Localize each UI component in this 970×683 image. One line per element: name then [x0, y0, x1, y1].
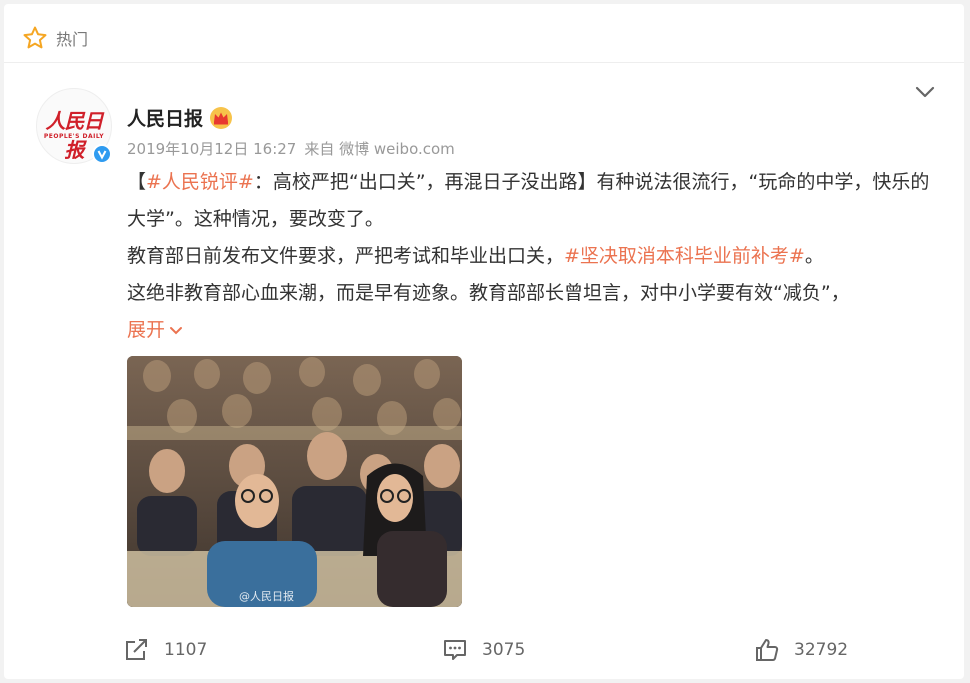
verified-badge-icon: [92, 144, 112, 164]
topic-tag-link[interactable]: #坚决取消本科毕业前补考#: [564, 245, 805, 267]
comment-icon: [444, 640, 466, 660]
like-count: 32792: [794, 640, 849, 660]
author-row: 人民日报: [127, 104, 233, 131]
topic-tag-link[interactable]: #人民锐评#: [146, 171, 254, 193]
post-paragraph-1: 【#人民锐评#：高校严把“出口关”，再混日子没出路】有种说法很流行，“玩命的中学…: [127, 171, 930, 230]
like-button[interactable]: 32792: [754, 632, 848, 668]
students-photo: [127, 356, 462, 607]
thumbs-up-icon: [756, 639, 779, 661]
star-icon: [23, 26, 47, 49]
repost-count: 1107: [164, 640, 208, 660]
hot-label: 热门: [56, 30, 89, 49]
author-name[interactable]: 人民日报: [127, 104, 203, 131]
post-source: 来自 微博 weibo.com: [304, 140, 455, 158]
post-text: 【#人民锐评#：高校严把“出口关”，再混日子没出路】有种说法很流行，“玩命的中学…: [127, 164, 937, 349]
header-divider: [4, 62, 964, 63]
expand-label: 展开: [127, 319, 166, 341]
repost-button[interactable]: 1107: [124, 632, 207, 668]
image-watermark: @人民日报: [239, 590, 294, 603]
post-timestamp[interactable]: 2019年10月12日 16:27: [127, 140, 296, 158]
weibo-card: 热门 人民日报 PEOPLE'S DAILY 人民日报 2019年10月12日 …: [4, 4, 964, 679]
chevron-down-icon[interactable]: [914, 84, 936, 100]
share-icon: [126, 639, 147, 660]
post-paragraph-2: 教育部日前发布文件要求，严把考试和毕业出口关，#坚决取消本科毕业前补考#。: [127, 245, 824, 267]
expand-link[interactable]: 展开: [127, 312, 183, 349]
comment-count: 3075: [482, 640, 526, 660]
post-meta: 2019年10月12日 16:27 来自 微博 weibo.com: [127, 138, 463, 159]
post-image[interactable]: @人民日报: [127, 356, 462, 607]
crown-icon: [210, 106, 233, 129]
chevron-down-icon: [170, 326, 183, 334]
hot-section-header: 热门: [22, 24, 88, 52]
avatar-logo-subtitle: PEOPLE'S DAILY: [43, 133, 105, 140]
action-bar: 1107 3075 32792: [4, 632, 964, 668]
comment-button[interactable]: 3075: [442, 632, 525, 668]
post-paragraph-3: 这绝非教育部心血来潮，而是早有迹象。教育部部长曾坦言，对中小学要有效“减负”，: [127, 282, 850, 304]
